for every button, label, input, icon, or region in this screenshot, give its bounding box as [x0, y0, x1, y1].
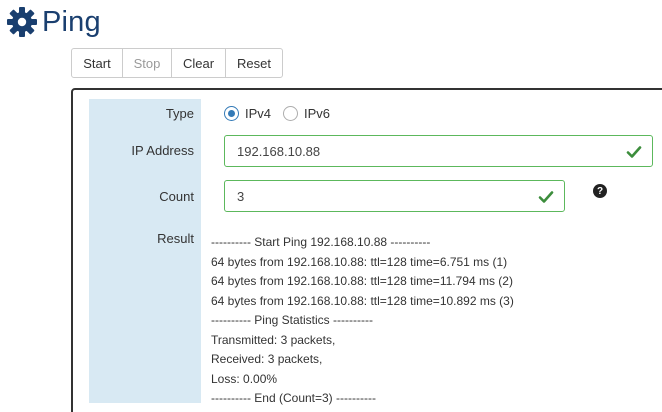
- result-line: Transmitted: 3 packets,: [211, 332, 336, 347]
- ip-address-label: IP Address: [131, 143, 194, 158]
- start-button[interactable]: Start: [71, 48, 123, 78]
- count-label: Count: [159, 189, 194, 204]
- result-line: 64 bytes from 192.168.10.88: ttl=128 tim…: [211, 274, 513, 288]
- result-line: ---------- Ping Statistics ----------: [211, 313, 373, 327]
- ip-address-value: 192.168.10.88: [237, 143, 321, 159]
- clear-button[interactable]: Clear: [171, 48, 226, 78]
- result-line: 64 bytes from 192.168.10.88: ttl=128 tim…: [211, 293, 514, 308]
- stop-button[interactable]: Stop: [122, 48, 172, 78]
- result-line: Received: 3 packets,: [211, 352, 323, 366]
- reset-button[interactable]: Reset: [225, 48, 283, 78]
- ipv4-radio-label[interactable]: IPv4: [245, 106, 271, 121]
- result-line: Loss: 0.00%: [211, 371, 278, 386]
- checkmark-icon: [538, 189, 554, 205]
- page-title: Ping: [42, 5, 101, 38]
- ipv6-radio-label[interactable]: IPv6: [304, 106, 330, 121]
- checkmark-icon: [626, 144, 642, 160]
- type-label: Type: [165, 106, 194, 121]
- count-input[interactable]: 3: [224, 180, 565, 212]
- page-header: Ping: [6, 4, 101, 40]
- gear-icon: [6, 6, 38, 38]
- result-line: ---------- Start Ping 192.168.10.88 ----…: [211, 235, 431, 249]
- result-line: 64 bytes from 192.168.10.88: ttl=128 tim…: [211, 254, 508, 269]
- result-line: ---------- End (Count=3) ----------: [211, 391, 376, 405]
- result-label: Result: [157, 231, 194, 246]
- ipv6-radio[interactable]: [283, 106, 299, 121]
- ip-address-input[interactable]: 192.168.10.88: [224, 135, 653, 167]
- result-output: ---------- Start Ping 192.168.10.88 ----…: [211, 233, 514, 409]
- ipv4-radio[interactable]: [224, 106, 239, 121]
- count-value: 3: [237, 188, 245, 204]
- ip-type-radio-group: IPv4 IPv6: [224, 106, 342, 121]
- toolbar: Start Stop Clear Reset: [71, 48, 283, 78]
- question-circle-icon[interactable]: ?: [593, 184, 607, 198]
